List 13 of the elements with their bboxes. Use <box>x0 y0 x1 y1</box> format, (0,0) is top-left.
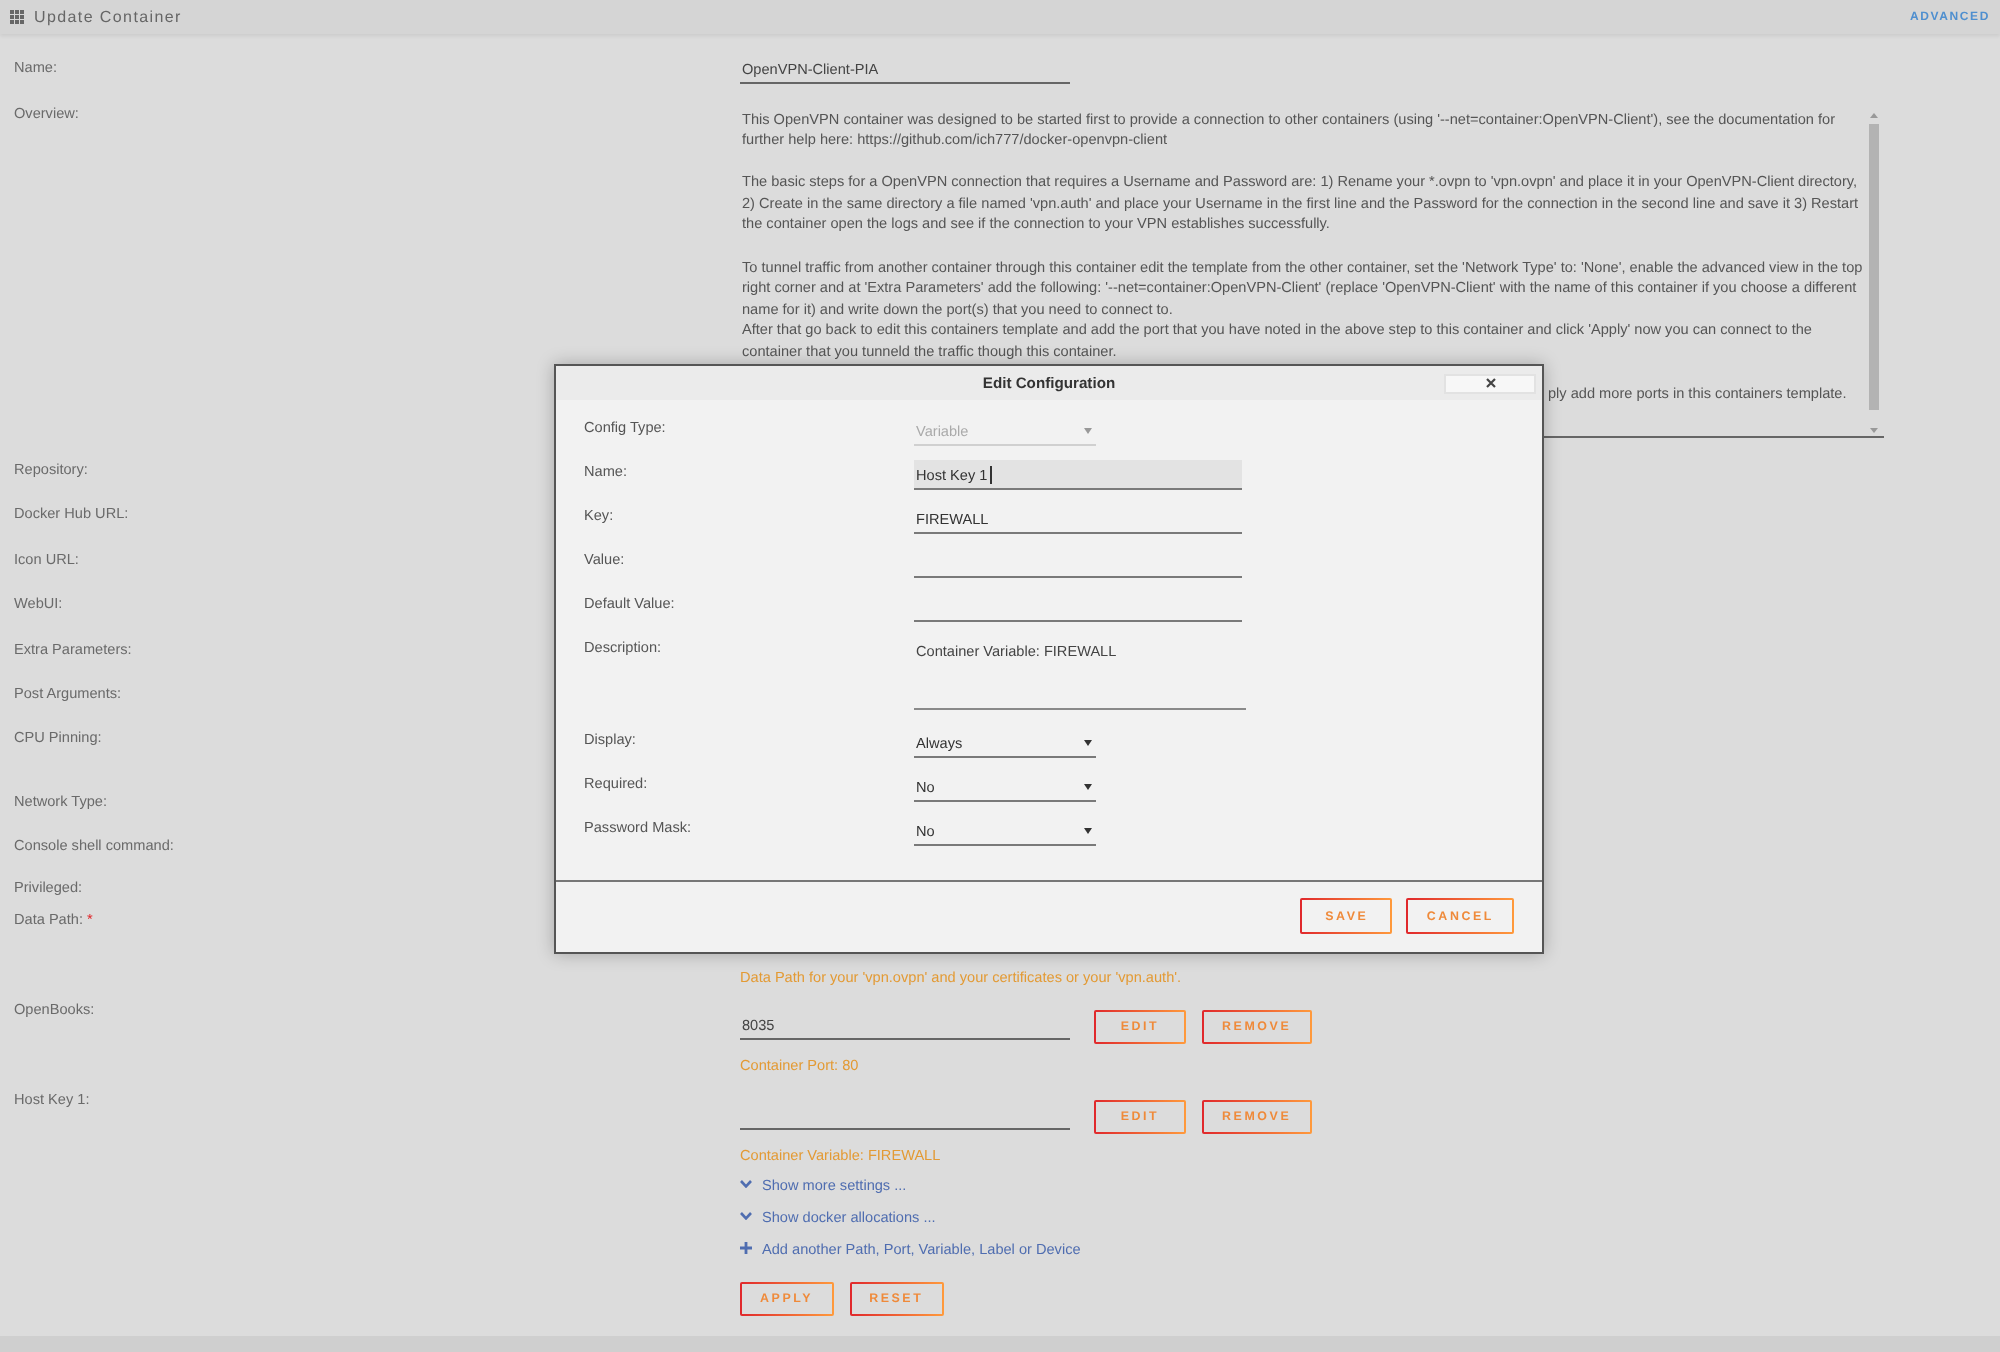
chevron-down-icon <box>740 1212 752 1220</box>
plus-icon <box>740 1242 752 1254</box>
caret-icon <box>1084 783 1092 789</box>
scrollbar[interactable] <box>1866 110 1882 436</box>
page-title: Update Container <box>34 8 182 26</box>
text-cursor-icon <box>989 465 992 483</box>
caret-icon <box>1084 739 1092 745</box>
grid-icon <box>10 10 24 24</box>
close-icon <box>1485 378 1495 388</box>
caret-icon <box>1084 827 1092 833</box>
close-button[interactable] <box>1444 373 1536 393</box>
caret-icon <box>1084 427 1092 433</box>
chevron-down-icon <box>740 1180 752 1188</box>
